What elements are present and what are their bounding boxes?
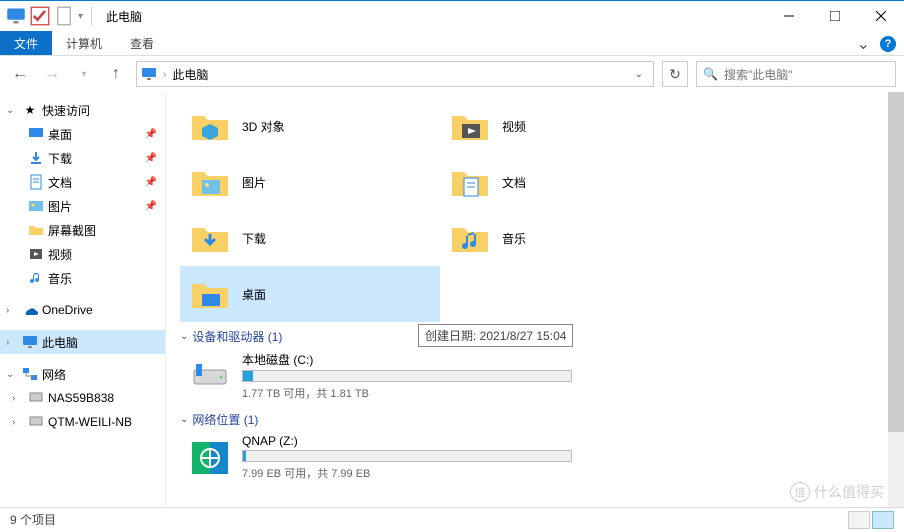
ribbon: 文件 计算机 查看 ⌄ ?	[0, 31, 904, 56]
watermark-icon: 值	[790, 482, 810, 502]
close-button[interactable]	[858, 1, 904, 31]
sidebar-documents[interactable]: 文档📌	[0, 170, 165, 194]
refresh-button[interactable]: ↻	[662, 61, 688, 87]
help-icon[interactable]: ?	[880, 36, 896, 52]
monitor-icon	[22, 334, 38, 350]
monitor-icon	[6, 6, 26, 26]
page-icon	[54, 6, 74, 26]
folder-icon	[448, 216, 492, 260]
dropdown-icon[interactable]: ▾	[78, 11, 83, 22]
drive-sub: 7.99 EB 可用，共 7.99 EB	[242, 465, 572, 481]
qnap-icon	[188, 436, 232, 480]
network-icon	[22, 366, 38, 382]
sidebar: ⌄★快速访问 桌面📌 下载📌 文档📌 图片📌 屏幕截图 视频 音乐 ›OneDr…	[0, 92, 166, 507]
monitor-icon	[141, 66, 157, 82]
address-bar: ← → ▾ ↑ › 此电脑 ⌄ ↻ 🔍 搜索"此电脑"	[0, 56, 904, 92]
music-icon	[28, 270, 44, 286]
video-icon	[28, 246, 44, 262]
tab-computer[interactable]: 计算机	[52, 31, 116, 55]
status-text: 9 个项目	[10, 511, 56, 528]
section-network[interactable]: ⌄网络位置 (1)	[180, 411, 904, 428]
sidebar-qtm[interactable]: ›QTM-WEILI-NB	[0, 410, 165, 434]
folder-music[interactable]: 音乐	[440, 210, 700, 266]
search-placeholder: 搜索"此电脑"	[724, 66, 793, 83]
address-input[interactable]: › 此电脑 ⌄	[136, 61, 654, 87]
folder-icon	[28, 222, 44, 238]
checkbox-icon[interactable]	[30, 6, 50, 26]
drive-name: QNAP (Z:)	[242, 434, 572, 448]
drive-local[interactable]: 本地磁盘 (C:) 1.77 TB 可用，共 1.81 TB	[180, 347, 580, 405]
address-dropdown-icon[interactable]: ⌄	[629, 69, 649, 80]
folder-downloads[interactable]: 下载	[180, 210, 440, 266]
document-icon	[28, 174, 44, 190]
drive-sub: 1.77 TB 可用，共 1.81 TB	[242, 385, 572, 401]
pin-icon: 📌	[145, 129, 157, 140]
pin-icon: 📌	[145, 153, 157, 164]
pin-icon: 📌	[145, 177, 157, 188]
folder-icon	[188, 272, 232, 316]
recent-button[interactable]: ▾	[72, 62, 96, 86]
title-bar: ▾ 此电脑	[0, 0, 904, 31]
folder-icon	[188, 160, 232, 204]
view-large-button[interactable]	[872, 511, 894, 529]
search-icon: 🔍	[703, 67, 718, 81]
sidebar-nas[interactable]: ›NAS59B838	[0, 386, 165, 410]
pictures-icon	[28, 198, 44, 214]
sidebar-thispc[interactable]: ›此电脑	[0, 330, 165, 354]
tab-file[interactable]: 文件	[0, 31, 52, 55]
folder-documents[interactable]: 文档	[440, 154, 700, 210]
folder-desktop[interactable]: 桌面	[180, 266, 440, 322]
scrollbar[interactable]	[888, 92, 904, 507]
sidebar-pictures[interactable]: 图片📌	[0, 194, 165, 218]
up-button[interactable]: ↑	[104, 62, 128, 86]
sidebar-network[interactable]: ⌄网络	[0, 362, 165, 386]
folder-pictures[interactable]: 图片	[180, 154, 440, 210]
pin-icon: 📌	[145, 201, 157, 212]
forward-button[interactable]: →	[40, 62, 64, 86]
sidebar-onedrive[interactable]: ›OneDrive	[0, 298, 165, 322]
address-text: 此电脑	[172, 66, 208, 83]
folder-icon	[448, 160, 492, 204]
sidebar-downloads[interactable]: 下载📌	[0, 146, 165, 170]
sidebar-videos[interactable]: 视频	[0, 242, 165, 266]
chevron-down-icon[interactable]: ⌄	[857, 34, 870, 54]
tooltip: 创建日期: 2021/8/27 15:04	[418, 324, 573, 347]
folder-icon	[448, 104, 492, 148]
folder-3d-objects[interactable]: 3D 对象	[180, 98, 440, 154]
drive-name: 本地磁盘 (C:)	[242, 351, 572, 368]
back-button[interactable]: ←	[8, 62, 32, 86]
window-title: 此电脑	[106, 8, 142, 25]
tab-view[interactable]: 查看	[116, 31, 168, 55]
onedrive-icon	[22, 302, 38, 318]
download-icon	[28, 150, 44, 166]
sidebar-desktop[interactable]: 桌面📌	[0, 122, 165, 146]
drive-qnap[interactable]: QNAP (Z:) 7.99 EB 可用，共 7.99 EB	[180, 430, 580, 485]
minimize-button[interactable]	[766, 1, 812, 31]
drive-usage-bar	[242, 450, 572, 462]
folder-videos[interactable]: 视频	[440, 98, 700, 154]
drive-icon	[188, 354, 232, 398]
content-area: 3D 对象 视频 图片 文档 下载 音乐 桌面 ⌄设备和驱动器 (1) 本地磁盘…	[166, 92, 904, 507]
computer-icon	[28, 414, 44, 430]
folder-icon	[188, 216, 232, 260]
folder-icon	[188, 104, 232, 148]
view-details-button[interactable]	[848, 511, 870, 529]
sidebar-quick-access[interactable]: ⌄★快速访问	[0, 98, 165, 122]
sidebar-music[interactable]: 音乐	[0, 266, 165, 290]
watermark: 值 什么值得买	[790, 482, 884, 502]
star-icon: ★	[22, 102, 38, 118]
drive-usage-bar	[242, 370, 572, 382]
computer-icon	[28, 390, 44, 406]
sidebar-screenshots[interactable]: 屏幕截图	[0, 218, 165, 242]
status-bar: 9 个项目	[0, 507, 904, 531]
maximize-button[interactable]	[812, 1, 858, 31]
chevron-right-icon: ›	[163, 69, 166, 80]
search-input[interactable]: 🔍 搜索"此电脑"	[696, 61, 896, 87]
desktop-icon	[28, 126, 44, 142]
